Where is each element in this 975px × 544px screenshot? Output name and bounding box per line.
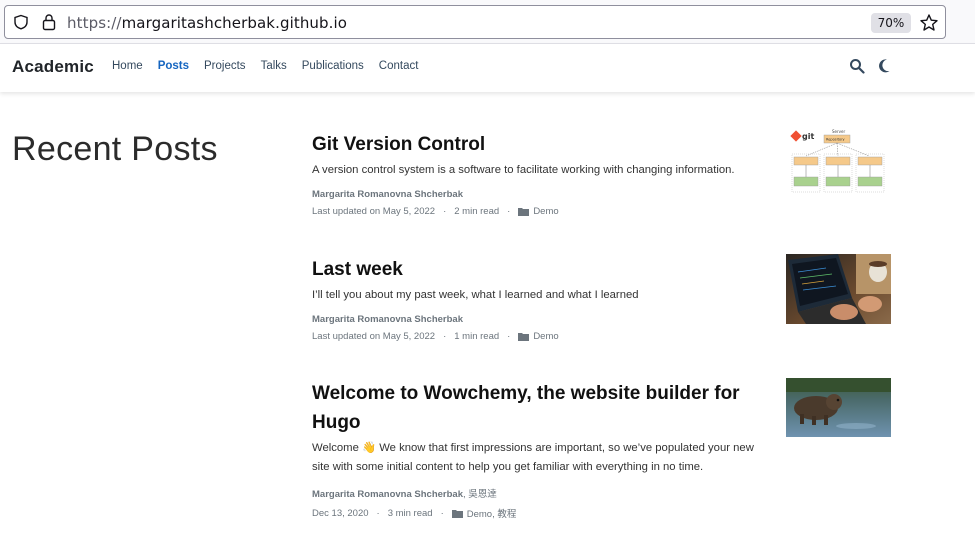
nav-link-talks[interactable]: Talks xyxy=(261,60,287,72)
shield-icon[interactable] xyxy=(13,14,29,30)
search-icon[interactable] xyxy=(849,58,865,74)
post-thumbnail-git-diagram[interactable]: git Server Repository xyxy=(786,128,891,198)
post-item: Git Version Control A version control sy… xyxy=(312,128,892,217)
meta-separator: · xyxy=(507,331,511,342)
post-item: Last week I’ll tell you about my past we… xyxy=(312,254,892,342)
git-label: git xyxy=(802,132,814,141)
post-title[interactable]: Git Version Control xyxy=(312,130,772,159)
post-meta: Dec 13, 2020 · 3 min read · Demo, 教程 xyxy=(312,506,892,521)
post-category[interactable]: Demo, 教程 xyxy=(467,506,517,520)
post-thumbnail-laptop-photo[interactable] xyxy=(786,254,891,324)
folder-icon xyxy=(518,208,530,216)
site-brand[interactable]: Academic xyxy=(12,57,94,77)
post-reading-time: 3 min read xyxy=(387,507,433,519)
meta-separator: · xyxy=(440,507,444,519)
post-summary: Welcome 👋 We know that first impressions… xyxy=(312,442,754,473)
post-reading-time: 2 min read xyxy=(454,206,500,217)
site-navbar: Academic Home Posts Projects Talks Publi… xyxy=(0,44,975,92)
moon-icon[interactable] xyxy=(877,58,891,74)
meta-separator: · xyxy=(443,331,447,342)
nav-link-home[interactable]: Home xyxy=(112,60,143,72)
post-authors: Margarita Romanovna Shcherbak, 吳恩達 xyxy=(312,486,892,500)
nav-link-contact[interactable]: Contact xyxy=(379,60,419,72)
url-host: margaritashcherbak.github.io xyxy=(121,14,348,32)
post-meta: Last updated on May 5, 2022 · 1 min read… xyxy=(312,331,892,342)
nav-links: Home Posts Projects Talks Publications C… xyxy=(112,60,433,72)
post-author-extra[interactable]: , 吳恩達 xyxy=(463,489,497,500)
nav-link-posts[interactable]: Posts xyxy=(158,60,189,72)
post-date: Last updated on May 5, 2022 xyxy=(312,206,436,217)
lock-icon[interactable] xyxy=(41,13,57,31)
server-label: Server xyxy=(832,129,845,134)
url-text[interactable]: https://margaritashcherbak.github.io xyxy=(67,14,347,32)
post-category[interactable]: Demo xyxy=(533,206,558,217)
nav-link-publications[interactable]: Publications xyxy=(302,60,364,72)
post-title[interactable]: Last week xyxy=(312,255,772,284)
post-title[interactable]: Welcome to Wowchemy, the website builder… xyxy=(312,379,772,437)
url-protocol: https:// xyxy=(67,14,122,32)
post-reading-time: 1 min read xyxy=(454,331,500,342)
post-summary: A version control system is a software t… xyxy=(312,164,735,176)
page-title: Recent Posts xyxy=(12,130,218,168)
post-date: Last updated on May 5, 2022 xyxy=(312,331,436,342)
nav-link-projects[interactable]: Projects xyxy=(204,60,246,72)
post-thumbnail-dog-photo[interactable] xyxy=(786,378,891,437)
post-meta: Last updated on May 5, 2022 · 2 min read… xyxy=(312,206,892,217)
browser-toolbar: https://margaritashcherbak.github.io 70% xyxy=(0,0,975,44)
bookmark-star-icon[interactable] xyxy=(919,13,939,33)
zoom-level-badge[interactable]: 70% xyxy=(871,13,911,33)
post-category[interactable]: Demo xyxy=(533,331,558,342)
folder-icon xyxy=(451,509,463,518)
address-bar[interactable]: https://margaritashcherbak.github.io 70% xyxy=(4,5,946,39)
meta-separator: · xyxy=(376,507,380,519)
repo-label: Repository xyxy=(826,138,845,142)
post-author[interactable]: Margarita Romanovna Shcherbak xyxy=(312,489,463,500)
post-date: Dec 13, 2020 xyxy=(312,507,369,519)
folder-icon xyxy=(518,333,530,341)
meta-separator: · xyxy=(507,206,511,217)
post-summary: I’ll tell you about my past week, what I… xyxy=(312,289,639,301)
meta-separator: · xyxy=(443,206,447,217)
post-item: Welcome to Wowchemy, the website builder… xyxy=(312,378,892,521)
